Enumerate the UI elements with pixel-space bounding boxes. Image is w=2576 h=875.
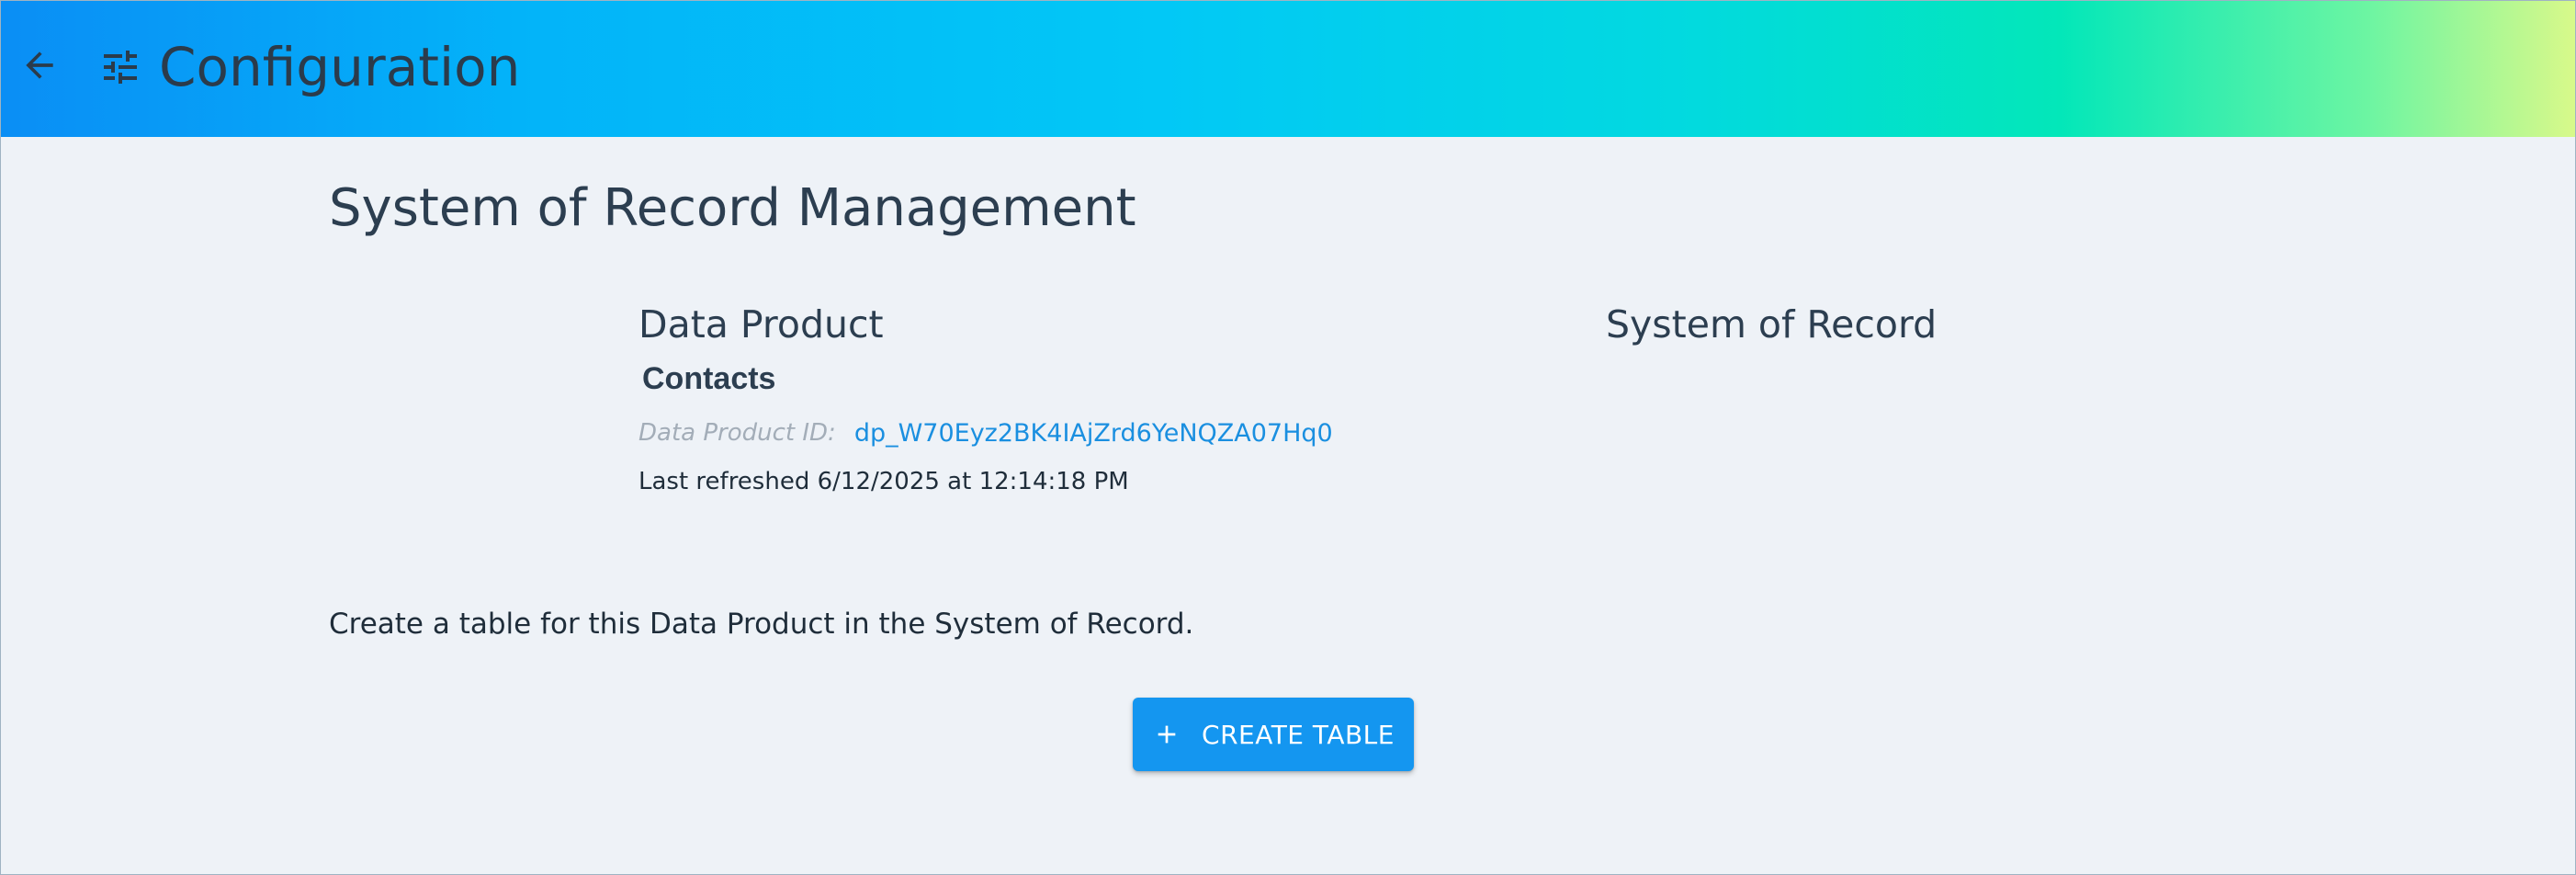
page-title: System of Record Management [329, 178, 1136, 238]
arrow-left-icon [19, 45, 60, 90]
plus-icon [1152, 720, 1181, 749]
app-title: Configuration [159, 36, 521, 98]
create-table-label: CREATE TABLE [1202, 719, 1395, 750]
app-window: Configuration System of Record Managemen… [0, 0, 2576, 875]
system-of-record-heading: System of Record [1606, 302, 1938, 347]
tune-icon [96, 43, 144, 91]
back-button[interactable] [14, 41, 65, 93]
data-product-heading: Data Product [638, 302, 884, 347]
create-table-button[interactable]: CREATE TABLE [1133, 698, 1414, 771]
last-refreshed-text: Last refreshed 6/12/2025 at 12:14:18 PM [638, 468, 1129, 495]
instruction-text: Create a table for this Data Product in … [329, 608, 1194, 641]
data-product-id-label: Data Product ID: [638, 419, 836, 447]
data-product-name: Contacts [642, 361, 776, 396]
data-product-id-link[interactable]: dp_W70Eyz2BK4IAjZrd6YeNQZA07Hq0 [854, 419, 1333, 448]
app-header: Configuration [1, 1, 2575, 137]
data-product-id-row: Data Product ID: dp_W70Eyz2BK4IAjZrd6YeN… [638, 413, 1333, 453]
